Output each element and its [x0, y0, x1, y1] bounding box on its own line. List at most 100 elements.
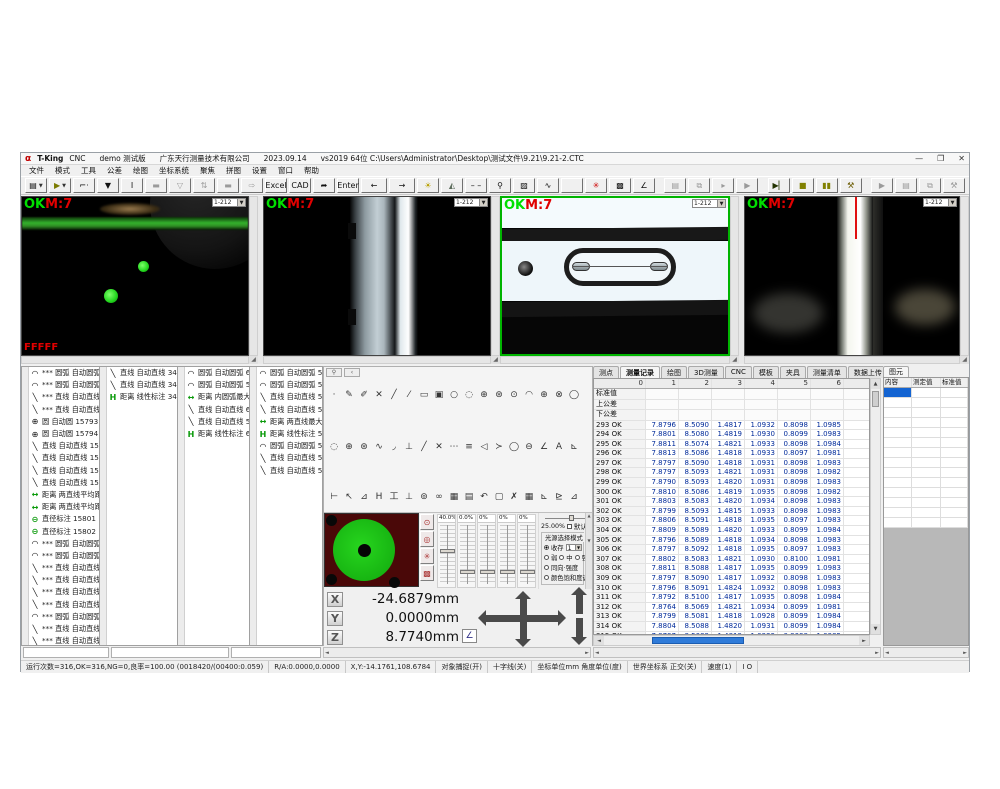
results-tab-3D测量[interactable]: 3D测量 — [688, 366, 724, 378]
list-item[interactable]: ╲*** 直线 自动直线 — [29, 586, 99, 598]
table-row[interactable]: 312 OK7.87648.50691.48211.09340.80991.09… — [594, 603, 869, 613]
ring-light-circle[interactable] — [333, 519, 395, 581]
list-item[interactable]: ╲*** 直线 自动直线 — [29, 391, 99, 403]
list-item[interactable]: ╲直线 自动直线 55 — [257, 404, 322, 416]
measure-tool-icon[interactable]: ⊾ — [538, 491, 550, 503]
camera-1-hscrollbar[interactable] — [21, 356, 249, 364]
element-row[interactable] — [884, 428, 968, 438]
scroll-left-icon[interactable]: ◄ — [594, 636, 604, 645]
maximize-button[interactable]: ❐ — [937, 154, 944, 163]
measure-tool-icon[interactable]: A — [553, 441, 565, 453]
table-row[interactable]: 299 OK7.87908.50931.48201.09310.80981.09… — [594, 478, 869, 488]
funnel-button-icon[interactable]: ▼ — [97, 178, 119, 193]
element-row[interactable] — [884, 498, 968, 508]
scroll-right-icon[interactable]: ► — [859, 636, 869, 645]
tolerance-row[interactable]: 标准值 — [594, 389, 869, 400]
list-item[interactable]: ↔距离 两直线平均距 — [29, 489, 99, 501]
table-row[interactable]: 308 OK7.88118.50881.48171.09350.80991.09… — [594, 564, 869, 574]
element-row[interactable] — [884, 488, 968, 498]
table-row[interactable]: 295 OK7.88118.50741.48211.09330.80981.09… — [594, 440, 869, 450]
menu-item-5[interactable]: 绘图 — [133, 165, 148, 176]
measure-tool-icon[interactable]: ⊛ — [358, 441, 370, 453]
arrow-right-button-icon[interactable]: → — [389, 178, 415, 193]
list-item[interactable]: ╲直线 自动直线 15 — [29, 465, 99, 477]
edge-tool-button-icon[interactable]: Ⅰ — [121, 178, 143, 193]
open-program-button-icon[interactable]: ▶▼ — [49, 178, 71, 193]
cad-button[interactable]: CAD — [289, 178, 311, 193]
camera-2-hscrollbar[interactable] — [263, 356, 491, 364]
measure-tool-icon[interactable]: ▣ — [433, 389, 445, 401]
results-tab-CNC[interactable]: CNC — [725, 366, 752, 378]
results-vscrollbar[interactable]: ▲ ▼ — [870, 378, 881, 635]
list-item[interactable]: ╲*** 直线 自动直线 — [29, 404, 99, 416]
scroll-up-icon[interactable]: ▲ — [871, 379, 880, 389]
measure-tool-icon[interactable]: 工 — [388, 491, 400, 503]
light-rings-button[interactable]: ◎ — [420, 531, 434, 547]
measure-tool-icon[interactable]: ◌ — [328, 441, 340, 453]
light-slider-1[interactable]: 40.0% — [437, 514, 456, 588]
list-item[interactable]: ◠圆弧 自动圆弧 55 — [257, 367, 322, 379]
measure-tool-icon[interactable]: ↖ — [343, 491, 355, 503]
list-vscrollbar[interactable] — [250, 367, 257, 645]
measure-tool-icon[interactable]: ⊗ — [553, 389, 565, 401]
saturation-radio[interactable] — [544, 575, 549, 580]
center-hscrollbar[interactable]: ◄► — [323, 647, 591, 658]
element-footer-scrollbar[interactable]: ◄► — [883, 647, 969, 658]
list-item[interactable]: ◠圆弧 自动圆弧 55 — [185, 379, 249, 391]
list-vscrollbar[interactable] — [22, 367, 29, 645]
element-row[interactable] — [884, 478, 968, 488]
measure-tool-icon[interactable]: ◞ — [388, 441, 400, 453]
results-footer-scrollbar[interactable]: ◄► — [593, 647, 881, 658]
table-row[interactable]: 303 OK7.88068.50911.48181.09350.80971.09… — [594, 516, 869, 526]
camera-3-range-dropdown[interactable]: 1-212▼ — [692, 199, 726, 208]
arrow-left-button-icon[interactable]: ← — [361, 178, 387, 193]
element-row[interactable] — [884, 458, 968, 468]
master-light-slider[interactable] — [545, 515, 589, 521]
list-item[interactable]: ╲*** 直线 自动直线 — [29, 635, 99, 645]
camera-2-resize-grip-icon[interactable]: ◢ — [491, 356, 500, 364]
measure-tool-icon[interactable]: ∿ — [373, 441, 385, 453]
measure-tool-icon[interactable]: ⊵ — [553, 491, 565, 503]
measure-tool-icon[interactable]: ⊾ — [568, 441, 580, 453]
probe-button-icon[interactable]: ⌐· — [73, 178, 95, 193]
image-button-icon[interactable]: ◭ — [441, 178, 463, 193]
list-item[interactable]: ↔距离 两直线平均距 — [29, 501, 99, 513]
save-mode-radio[interactable] — [544, 545, 549, 550]
element-row[interactable] — [884, 438, 968, 448]
list-item[interactable]: ◠*** 圆弧 自动圆弧 — [29, 550, 99, 562]
measure-tool-icon[interactable]: ⊕ — [478, 389, 490, 401]
table-row[interactable]: 313 OK7.87998.50811.48181.09280.80991.09… — [594, 612, 869, 622]
save-slot-select[interactable]: 1▼ — [566, 544, 582, 551]
menu-item-7[interactable]: 聚焦 — [200, 165, 215, 176]
scroll-down-icon[interactable]: ▼ — [871, 624, 880, 634]
slider-thumb[interactable] — [480, 570, 495, 574]
light-slider-5[interactable]: 0% — [517, 514, 536, 588]
measure-tool-icon[interactable]: ▢ — [493, 491, 505, 503]
table-row[interactable]: 304 OK7.88098.50891.48201.09330.80991.09… — [594, 526, 869, 536]
light-slider-3[interactable]: 0% — [477, 514, 496, 588]
measure-tool-icon[interactable]: ⊕ — [343, 441, 355, 453]
element-row[interactable] — [884, 388, 968, 398]
measure-tool-icon[interactable]: ✕ — [373, 389, 385, 401]
list-item[interactable]: ╲直线 自动直线 34 — [107, 367, 177, 379]
element-row[interactable] — [884, 468, 968, 478]
camera-1-image[interactable]: OKM:7 1-212▼ FFFFF — [21, 196, 249, 356]
light-ring-button[interactable]: ⊙ — [420, 514, 434, 530]
camera-1-range-dropdown[interactable]: 1-212▼ — [212, 198, 246, 207]
element-row[interactable] — [884, 508, 968, 518]
close-button[interactable]: ✕ — [958, 154, 965, 163]
measure-tool-icon[interactable]: ✎ — [343, 389, 355, 401]
measure-tool-icon[interactable]: ✕ — [433, 441, 445, 453]
list-item[interactable]: ╲直线 自动直线 55 — [257, 391, 322, 403]
measure-tool-icon[interactable]: ◁ — [478, 441, 490, 453]
list-item[interactable]: ⊖直径标注 15802 — [29, 525, 99, 537]
element-row[interactable] — [884, 408, 968, 418]
menu-item-6[interactable]: 坐标系统 — [159, 165, 189, 176]
results-tab-测量记录[interactable]: 测量记录 — [620, 366, 660, 378]
element-tab[interactable]: 图元 — [883, 366, 909, 377]
table-row[interactable]: 311 OK7.87928.51001.48171.09350.80981.09… — [594, 593, 869, 603]
report-button-icon[interactable]: ➦ — [313, 178, 335, 193]
list-item[interactable]: ╲直线 自动直线 66 — [185, 404, 249, 416]
camera-3-resize-grip-icon[interactable]: ◢ — [730, 356, 739, 364]
camera-1-vscrollbar[interactable] — [249, 196, 258, 356]
